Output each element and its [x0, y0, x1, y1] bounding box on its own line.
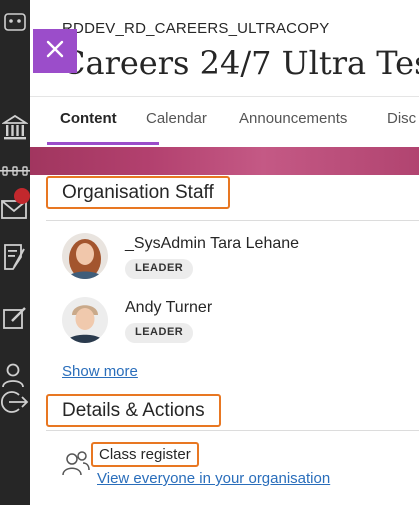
- role-badge: LEADER: [125, 259, 194, 279]
- staff-section-heading: Organisation Staff: [46, 176, 230, 209]
- sign-out-icon[interactable]: [0, 389, 30, 415]
- grades-icon[interactable]: [0, 243, 30, 271]
- avatar[interactable]: [62, 233, 108, 279]
- logo-icon[interactable]: [0, 12, 30, 34]
- course-banner: [30, 147, 419, 175]
- left-nav-rail: [0, 0, 30, 505]
- section-divider: [46, 430, 419, 431]
- active-tab-indicator: [47, 142, 159, 145]
- tab-announcements[interactable]: Announcements: [239, 110, 347, 127]
- staff-name[interactable]: Andy Turner: [125, 299, 212, 317]
- close-icon: [46, 40, 64, 63]
- role-badge: LEADER: [125, 323, 194, 343]
- tab-content[interactable]: Content: [60, 110, 117, 127]
- tab-discussions[interactable]: Disc: [387, 110, 416, 127]
- details-section-heading: Details & Actions: [46, 394, 221, 427]
- section-divider: [46, 220, 419, 221]
- class-register-label: Class register: [91, 442, 199, 467]
- user-settings-icon[interactable]: [0, 362, 30, 388]
- course-panel: RDDEV_RD_CAREERS_ULTRACOPY Careers 24/7 …: [30, 0, 419, 505]
- calendar-strip-icon[interactable]: [0, 166, 30, 178]
- course-code: RDDEV_RD_CAREERS_ULTRACOPY: [62, 20, 330, 37]
- avatar[interactable]: [62, 297, 108, 343]
- users-icon: [62, 450, 90, 481]
- staff-name[interactable]: _SysAdmin Tara Lehane: [125, 235, 299, 253]
- notification-badge: [14, 188, 30, 204]
- page-title: Careers 24/7 Ultra Test: [61, 44, 419, 82]
- view-everyone-link[interactable]: View everyone in your organisation: [97, 470, 330, 487]
- show-more-link[interactable]: Show more: [62, 363, 138, 380]
- institution-icon[interactable]: [0, 114, 30, 142]
- course-tabs: Content Calendar Announcements Disc: [30, 96, 419, 146]
- tab-calendar[interactable]: Calendar: [146, 110, 207, 127]
- edit-icon[interactable]: [0, 305, 30, 331]
- close-button[interactable]: [33, 29, 77, 73]
